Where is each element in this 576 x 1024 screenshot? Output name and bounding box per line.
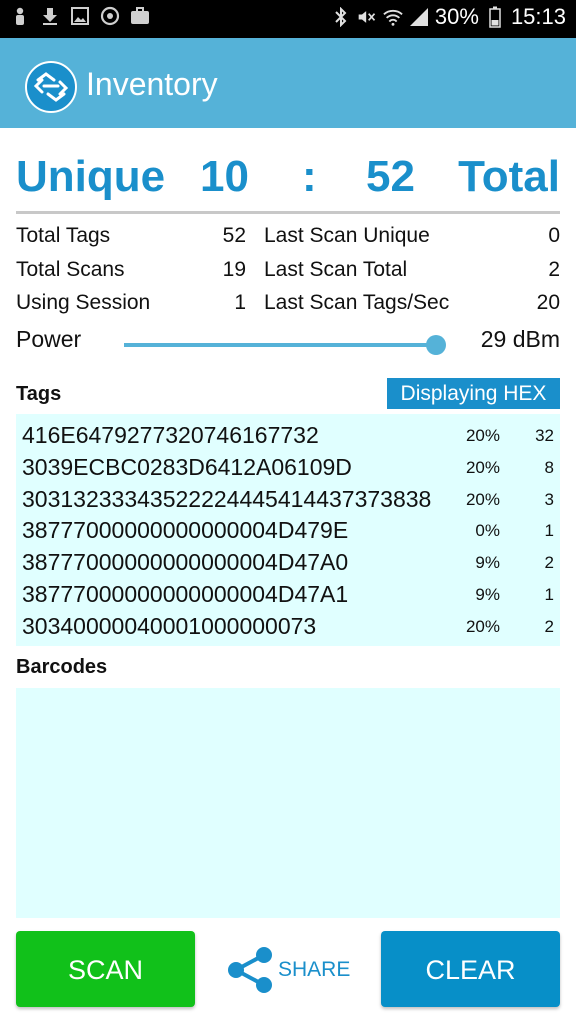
tag-percent: 20%	[465, 489, 500, 509]
tag-count: 1	[544, 584, 554, 604]
tag-epc: 3039ECBC0283D6412A06109D	[22, 453, 352, 480]
tag-epc: 30313233343522224445414437373838	[22, 485, 432, 512]
stat-row: Total Scans 19 Last Scan Total 2	[16, 258, 560, 292]
stat-label: Using Session	[16, 291, 151, 314]
unique-count: 10	[200, 152, 249, 201]
tag-counter: Unique 10 : 52 Total	[16, 152, 560, 206]
tag-count: 3	[544, 489, 554, 509]
tag-epc: 416E6479277320746167732	[22, 422, 319, 448]
battery-icon	[485, 6, 505, 28]
tag-percent: 9%	[475, 553, 500, 573]
mute-icon	[357, 7, 377, 27]
tag-epc: 38777000000000000004D47A0	[22, 549, 349, 576]
tag-count: 8	[544, 457, 554, 477]
tag-epc: 30340000040001000000073	[22, 612, 317, 639]
divider	[16, 211, 560, 214]
tag-row[interactable]: 3039ECBC0283D6412A06109D 20% 8	[16, 450, 560, 482]
display-mode-toggle-button[interactable]: Displaying HEX	[387, 378, 560, 409]
power-slider-track[interactable]	[124, 343, 436, 347]
share-button[interactable]: SHARE	[224, 944, 354, 996]
tag-epc: 38777000000000000004D47A1	[22, 580, 349, 607]
tag-percent: 20%	[465, 616, 500, 636]
app-bar: Inventory	[0, 38, 576, 128]
tag-row[interactable]: 416E6479277320746167732 20% 32	[16, 418, 560, 450]
tag-count: 32	[535, 426, 554, 445]
tag-percent: 9%	[475, 584, 500, 604]
rfid-logo-icon	[24, 60, 78, 114]
stat-value: 52	[222, 224, 246, 247]
power-control: Power 29 dBm	[16, 326, 560, 358]
tag-row[interactable]: 30340000040001000000073 20% 2	[16, 609, 560, 641]
tag-percent: 0%	[475, 521, 500, 541]
total-count: 52	[366, 152, 415, 201]
stat-value: 2	[548, 257, 560, 281]
barcodes-list[interactable]	[16, 688, 560, 918]
clear-button[interactable]: CLEAR	[381, 931, 560, 1007]
total-label: Total	[458, 152, 560, 201]
tag-percent: 20%	[465, 426, 500, 445]
status-bar-system: 30% 15:13	[331, 4, 566, 30]
stat-row: Total Tags 52 Last Scan Unique 0	[16, 224, 560, 258]
share-icon	[224, 944, 276, 996]
stat-value: 0	[548, 224, 560, 247]
clock: 15:13	[510, 4, 566, 29]
scan-stats: Total Tags 52 Last Scan Unique 0 Total S…	[16, 224, 560, 325]
sync-icon	[100, 6, 120, 26]
tag-row[interactable]: 38777000000000000004D47A1 9% 1	[16, 577, 560, 609]
status-bar: 30% 15:13	[0, 0, 576, 38]
stat-value: 1	[234, 291, 246, 314]
battery-percent: 30%	[434, 4, 479, 29]
stat-value: 20	[536, 291, 560, 314]
tag-row[interactable]: 38777000000000000004D47A0 9% 2	[16, 545, 560, 577]
tag-epc: 38777000000000000004D479E	[22, 517, 349, 544]
signal-icon	[409, 7, 429, 27]
stat-label: Last Scan Total	[264, 257, 408, 281]
power-label: Power	[16, 326, 82, 352]
counter-separator: :	[302, 152, 317, 201]
tag-count: 1	[544, 521, 554, 541]
power-slider-thumb[interactable]	[426, 335, 446, 355]
stat-label: Total Tags	[16, 224, 111, 247]
stat-label: Last Scan Tags/Sec	[264, 291, 450, 314]
tag-count: 2	[544, 616, 554, 636]
share-label: SHARE	[278, 958, 351, 981]
briefcase-icon	[130, 6, 150, 26]
app-title: Inventory	[86, 66, 218, 102]
tag-count: 2	[544, 553, 554, 573]
power-value: 29 dBm	[480, 326, 560, 352]
wifi-icon	[383, 7, 403, 27]
stat-row: Using Session 1 Last Scan Tags/Sec 20	[16, 291, 560, 325]
status-bar-notifications	[10, 6, 150, 26]
tags-list[interactable]: 416E6479277320746167732 20% 32 3039ECBC0…	[16, 414, 560, 646]
stat-label: Total Scans	[16, 257, 125, 281]
stat-value: 19	[222, 257, 246, 281]
barcodes-section-label: Barcodes	[16, 656, 108, 678]
tags-section-label: Tags	[16, 383, 62, 405]
stat-label: Last Scan Unique	[264, 224, 430, 247]
scan-button[interactable]: SCAN	[16, 931, 195, 1007]
image-icon	[70, 6, 90, 26]
tag-row[interactable]: 30313233343522224445414437373838 20% 3	[16, 482, 560, 514]
tag-percent: 20%	[465, 457, 500, 477]
unique-label: Unique	[16, 152, 166, 201]
person-icon	[10, 6, 30, 26]
tag-row[interactable]: 38777000000000000004D479E 0% 1	[16, 513, 560, 545]
bluetooth-icon	[331, 7, 351, 27]
download-icon	[40, 6, 60, 26]
